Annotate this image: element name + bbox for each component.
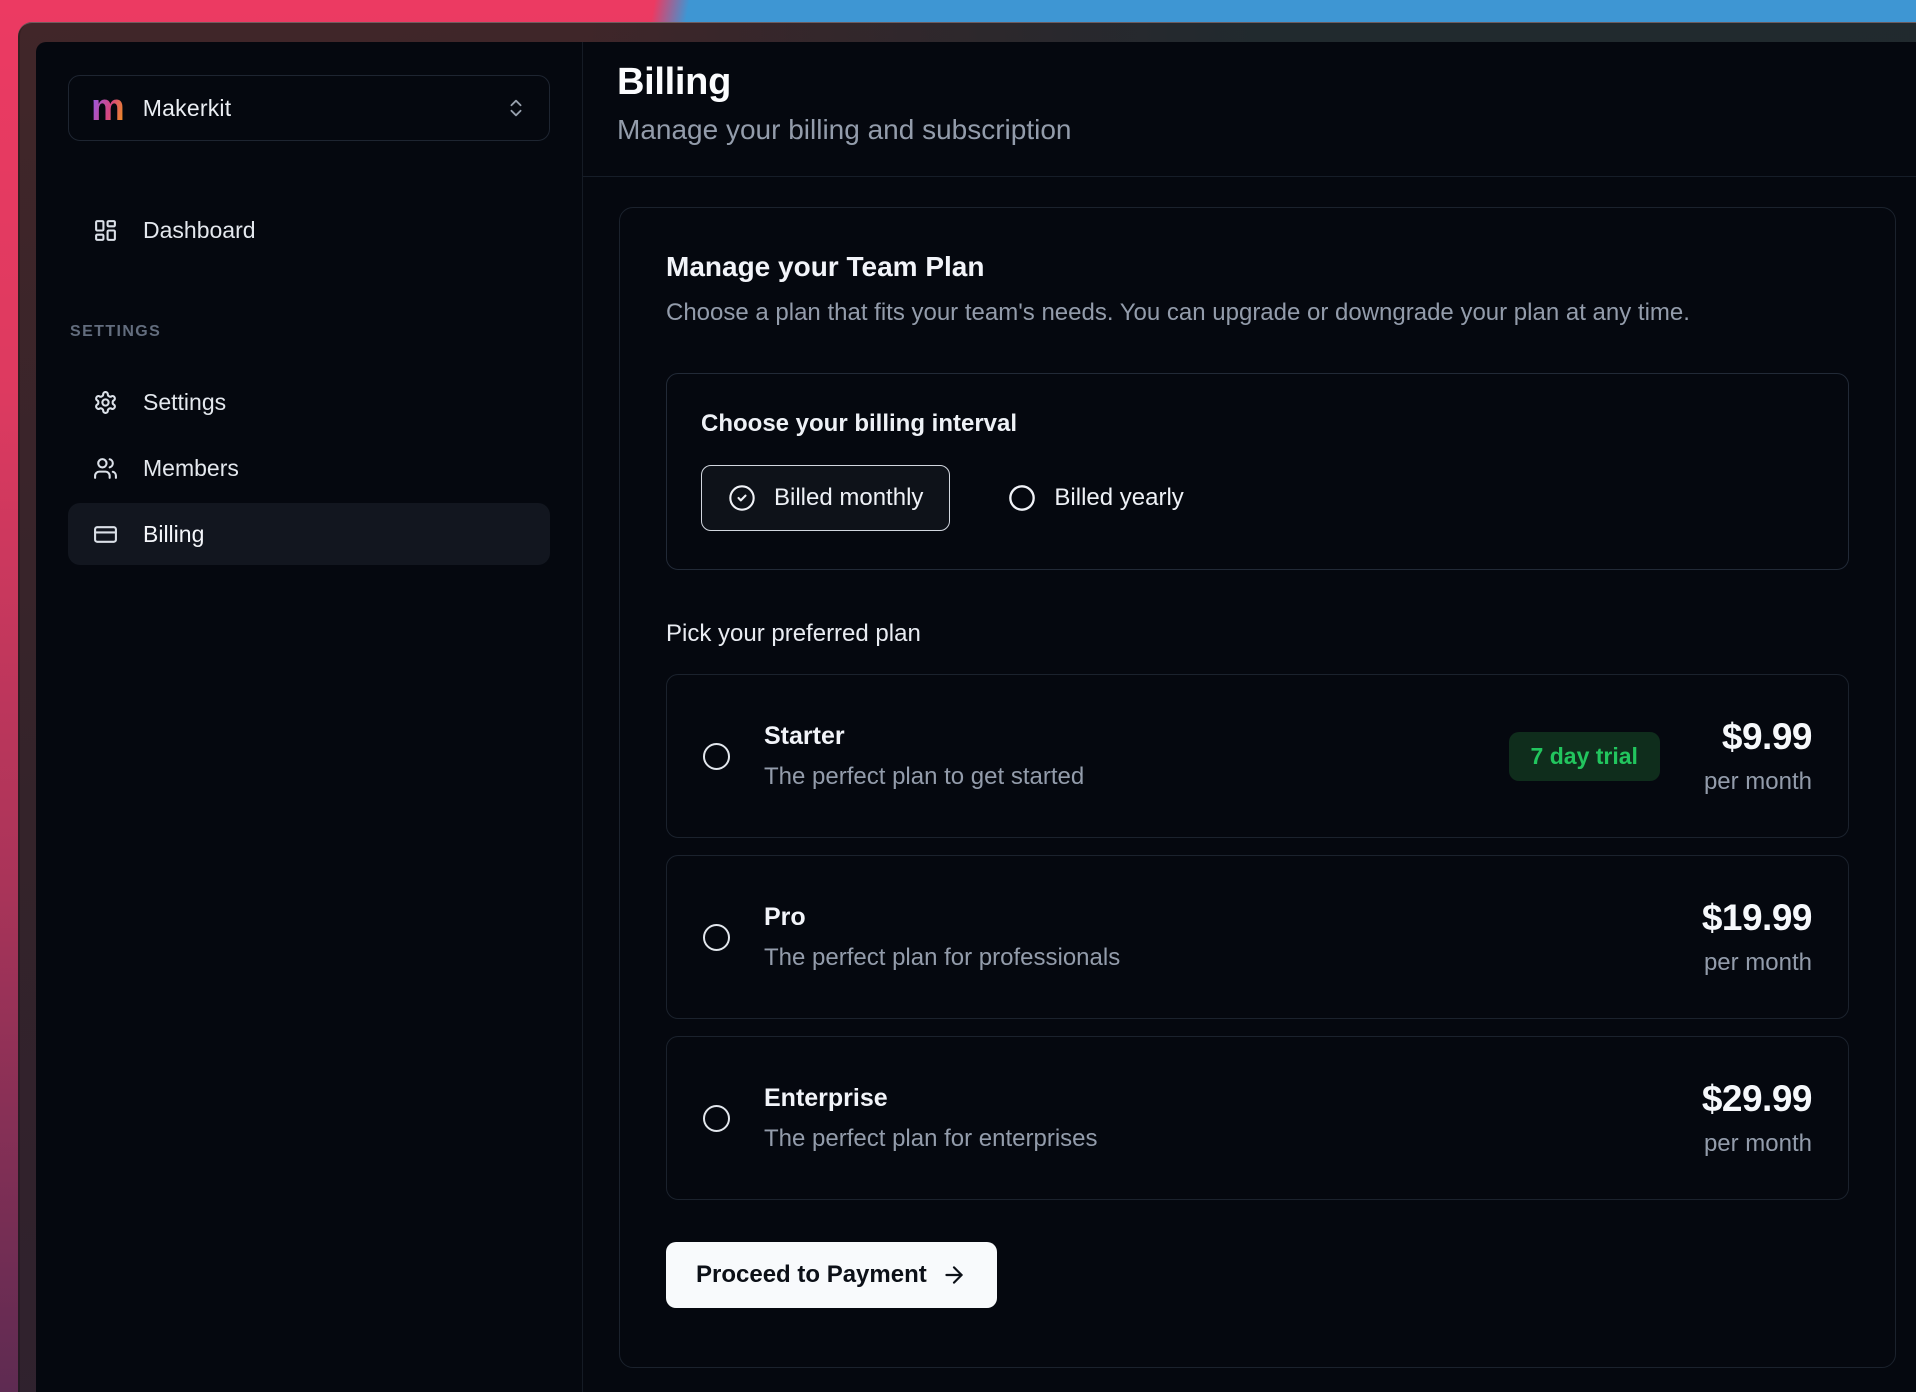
plan-name: Starter — [764, 722, 1509, 751]
sidebar-item-label: Members — [143, 455, 239, 482]
main-content: Billing Manage your billing and subscrip… — [583, 42, 1916, 1392]
makerkit-logo: m — [91, 89, 125, 127]
sidebar-item-label: Billing — [143, 521, 204, 548]
plan-row-pro[interactable]: Pro The perfect plan for professionals $… — [666, 855, 1849, 1019]
plan-row-enterprise[interactable]: Enterprise The perfect plan for enterpri… — [666, 1036, 1849, 1200]
plan-period: per month — [1702, 1130, 1812, 1158]
circle-icon — [1008, 484, 1036, 512]
plan-name: Pro — [764, 903, 1702, 932]
window-titlebar — [587, 23, 1916, 42]
sidebar-item-settings[interactable]: Settings — [68, 371, 550, 433]
plan-info: Pro The perfect plan for professionals — [764, 903, 1702, 972]
billing-interval-box: Choose your billing interval Billed mont… — [666, 373, 1849, 571]
billed-monthly-option[interactable]: Billed monthly — [701, 465, 950, 531]
page-subtitle: Manage your billing and subscription — [617, 114, 1876, 146]
price-block: $9.99 per month — [1704, 716, 1812, 796]
app-content: m Makerkit Dashboard SETTINGS Settings M… — [36, 42, 1916, 1392]
proceed-to-payment-button[interactable]: Proceed to Payment — [666, 1242, 997, 1308]
plan-period: per month — [1704, 768, 1812, 796]
plan-info: Starter The perfect plan to get started — [764, 722, 1509, 791]
sidebar-item-label: Settings — [143, 389, 226, 416]
circle-check-icon — [728, 484, 756, 512]
users-icon — [93, 456, 118, 481]
plan-row-starter[interactable]: Starter The perfect plan to get started … — [666, 674, 1849, 838]
team-plan-card-description: Choose a plan that fits your team's need… — [666, 299, 1849, 327]
sidebar-item-label: Dashboard — [143, 217, 256, 244]
price-block: $19.99 per month — [1702, 897, 1812, 977]
page-title: Billing — [617, 62, 1876, 104]
team-plan-card-title: Manage your Team Plan — [666, 252, 1849, 283]
radio-enterprise[interactable] — [703, 1105, 730, 1132]
plan-list: Starter The perfect plan to get started … — [666, 674, 1849, 1200]
billing-interval-options: Billed monthly Billed yearly — [701, 465, 1814, 531]
sidebar-section-settings: SETTINGS — [68, 323, 550, 341]
arrow-right-icon — [941, 1262, 967, 1288]
trial-badge: 7 day trial — [1509, 732, 1660, 781]
plan-description: The perfect plan for enterprises — [764, 1125, 1702, 1153]
plan-price: $29.99 — [1702, 1078, 1812, 1120]
gear-icon — [93, 390, 118, 415]
billed-monthly-label: Billed monthly — [774, 484, 923, 512]
chevrons-up-down-icon — [505, 97, 527, 119]
plan-price: $19.99 — [1702, 897, 1812, 939]
sidebar-item-dashboard[interactable]: Dashboard — [68, 199, 550, 261]
sidebar: m Makerkit Dashboard SETTINGS Settings M… — [36, 42, 583, 1392]
price-block: $29.99 per month — [1702, 1078, 1812, 1158]
pick-plan-label: Pick your preferred plan — [666, 620, 1849, 648]
plan-price: $9.99 — [1704, 716, 1812, 758]
sidebar-item-members[interactable]: Members — [68, 437, 550, 499]
billed-yearly-option[interactable]: Billed yearly — [1008, 484, 1183, 512]
dashboard-icon — [93, 218, 118, 243]
billed-yearly-label: Billed yearly — [1054, 484, 1183, 512]
plan-description: The perfect plan for professionals — [764, 944, 1702, 972]
page-header: Billing Manage your billing and subscrip… — [583, 42, 1916, 177]
workspace-selector[interactable]: m Makerkit — [68, 75, 550, 141]
radio-pro[interactable] — [703, 924, 730, 951]
plan-info: Enterprise The perfect plan for enterpri… — [764, 1084, 1702, 1153]
app-window: m Makerkit Dashboard SETTINGS Settings M… — [18, 22, 1916, 1392]
team-plan-card: Manage your Team Plan Choose a plan that… — [619, 207, 1896, 1368]
proceed-to-payment-label: Proceed to Payment — [696, 1261, 927, 1289]
plan-name: Enterprise — [764, 1084, 1702, 1113]
billing-interval-label: Choose your billing interval — [701, 410, 1814, 438]
sidebar-item-billing[interactable]: Billing — [68, 503, 550, 565]
radio-starter[interactable] — [703, 743, 730, 770]
plan-period: per month — [1702, 949, 1812, 977]
plan-description: The perfect plan to get started — [764, 763, 1509, 791]
workspace-name: Makerkit — [143, 95, 232, 122]
credit-card-icon — [93, 522, 118, 547]
